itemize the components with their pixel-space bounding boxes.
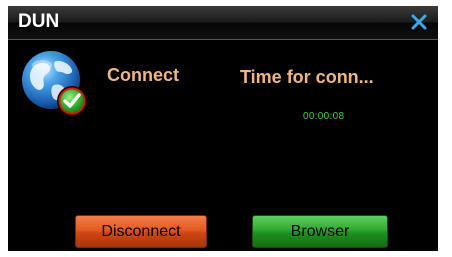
- connection-status-label: Connect: [107, 65, 179, 85]
- close-icon: [411, 14, 427, 30]
- disconnect-button[interactable]: Disconnect: [75, 215, 207, 248]
- window-title: DUN: [18, 11, 60, 32]
- connection-time-value: 00:00:08: [303, 111, 345, 122]
- globe-connected-icon: [20, 49, 92, 121]
- disconnect-button-label: Disconnect: [101, 222, 181, 240]
- dun-dialog: DUN Connect Time for conn... 00:00:08 Di…: [8, 6, 438, 251]
- browser-button[interactable]: Browser: [252, 215, 388, 248]
- connection-time-label: Time for conn...: [240, 67, 374, 87]
- title-bar: DUN: [8, 6, 438, 40]
- browser-button-label: Browser: [290, 222, 350, 240]
- close-button[interactable]: [410, 13, 428, 31]
